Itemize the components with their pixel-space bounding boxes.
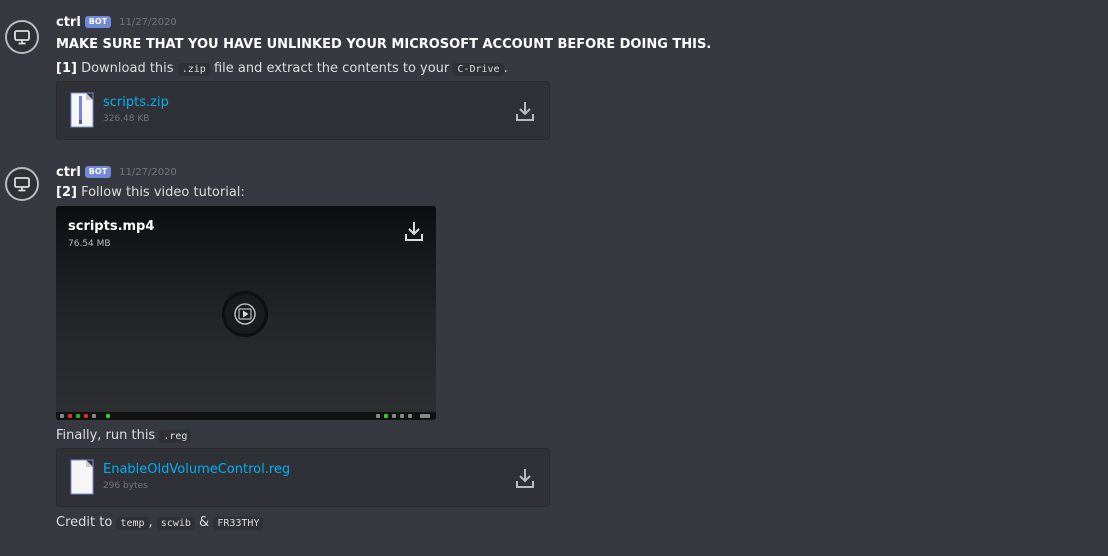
step-text: Follow this video tutorial: [81,185,245,200]
inline-code: FR33THY [213,517,264,530]
download-icon[interactable] [515,466,535,490]
video-player[interactable]: scripts.mp4 76.54 MB [56,206,436,420]
bot-tag: BOT [84,16,112,28]
step-1-text: [1] Download this .zip file and extract … [56,61,508,76]
step-number: [2] [56,185,77,200]
file-name-link[interactable]: EnableOldVolumeControl.reg [103,462,290,477]
file-size: 296 bytes [103,481,148,491]
zip-file-icon [70,92,94,128]
download-icon[interactable] [515,99,535,123]
video-size: 76.54 MB [68,239,111,249]
separator: & [199,515,210,530]
monitor-icon [14,177,30,192]
step-2-text: [2] Follow this video tutorial: [56,185,245,200]
avatar[interactable] [5,20,39,54]
warning-heading: MAKE SURE THAT YOU HAVE UNLINKED YOUR MI… [56,37,712,52]
credit-text: Credit to temp, scwib & FR33THY [56,515,264,530]
step-text: file and extract the contents to your [213,61,450,76]
video-frame-taskbar [56,412,436,420]
credit-label: Credit to [56,515,113,530]
file-icon [70,459,94,495]
file-attachment: EnableOldVolumeControl.reg 296 bytes [56,448,550,507]
username[interactable]: ctrl [56,15,81,30]
inline-code: scwib [156,517,195,530]
inline-code: .reg [159,430,192,443]
step-text: Download this [81,61,174,76]
step-text: . [503,61,508,76]
message-header: ctrl BOT 11/27/2020 [56,164,177,180]
video-name: scripts.mp4 [68,219,155,234]
step-number: [1] [56,61,77,76]
file-attachment: scripts.zip 326.48 KB [56,81,550,140]
finally-text: Finally, run this .reg [56,428,192,443]
bot-tag: BOT [84,166,112,178]
avatar[interactable] [5,167,39,201]
timestamp: 11/27/2020 [119,16,177,28]
inline-code: temp [116,517,149,530]
inline-code: .zip [177,63,210,76]
monitor-icon [14,30,30,45]
timestamp: 11/27/2020 [119,166,177,178]
file-name-link[interactable]: scripts.zip [103,95,169,110]
inline-code: C-Drive [453,63,504,76]
message-header: ctrl BOT 11/27/2020 [56,14,177,30]
play-icon [234,303,256,325]
separator: , [148,515,153,530]
username[interactable]: ctrl [56,165,81,180]
file-size: 326.48 KB [103,114,150,124]
play-button[interactable] [222,291,268,337]
download-icon[interactable] [404,219,424,243]
finally-label: Finally, run this [56,428,156,443]
